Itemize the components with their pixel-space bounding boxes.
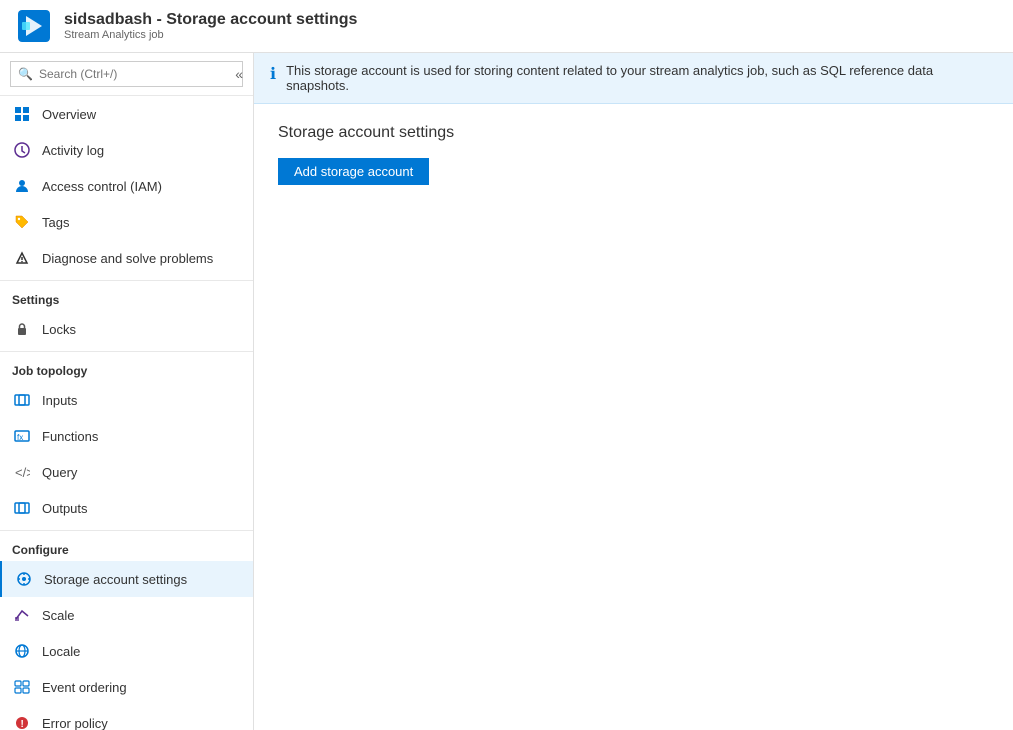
sidebar: 🔍 « Overview Activity log	[0, 53, 254, 730]
sidebar-item-inputs-label: Inputs	[42, 393, 77, 408]
sidebar-item-event-ordering-label: Event ordering	[42, 680, 127, 695]
tags-icon	[12, 212, 32, 232]
activity-icon	[12, 140, 32, 160]
content-body: Storage account settings Add storage acc…	[254, 104, 1013, 205]
sidebar-item-error-policy-label: Error policy	[42, 716, 108, 730]
sidebar-item-error-policy[interactable]: ! Error policy	[0, 705, 253, 730]
sidebar-item-outputs-label: Outputs	[42, 501, 88, 516]
overview-icon	[12, 104, 32, 124]
sidebar-item-overview-label: Overview	[42, 107, 96, 122]
sidebar-item-overview[interactable]: Overview	[0, 96, 253, 132]
header-title: sidsadbash - Storage account settings	[64, 11, 357, 29]
main-content: ℹ This storage account is used for stori…	[254, 53, 1013, 730]
sidebar-item-scale[interactable]: Scale	[0, 597, 253, 633]
configure-section-header: Configure	[0, 530, 253, 561]
sidebar-item-scale-label: Scale	[42, 608, 75, 623]
sidebar-item-diagnose-label: Diagnose and solve problems	[42, 251, 213, 266]
functions-icon: fx	[12, 426, 32, 446]
sidebar-item-access-control[interactable]: Access control (IAM)	[0, 168, 253, 204]
sidebar-item-event-ordering[interactable]: Event ordering	[0, 669, 253, 705]
header-subtitle: Stream Analytics job	[64, 29, 357, 41]
search-input[interactable]	[10, 61, 243, 87]
add-storage-account-button[interactable]: Add storage account	[278, 158, 429, 185]
sidebar-item-diagnose[interactable]: Diagnose and solve problems	[0, 240, 253, 276]
sidebar-item-functions[interactable]: fx Functions	[0, 418, 253, 454]
sidebar-item-tags[interactable]: Tags	[0, 204, 253, 240]
search-icon: 🔍	[18, 67, 33, 81]
info-icon: ℹ	[270, 64, 276, 84]
diagnose-icon	[12, 248, 32, 268]
sidebar-item-functions-label: Functions	[42, 429, 98, 444]
sidebar-item-locks[interactable]: Locks	[0, 311, 253, 347]
locks-icon	[12, 319, 32, 339]
iam-icon	[12, 176, 32, 196]
sidebar-item-activity-log-label: Activity log	[42, 143, 104, 158]
outputs-icon	[12, 498, 32, 518]
sidebar-item-locale[interactable]: Locale	[0, 633, 253, 669]
svg-text:!: !	[21, 719, 24, 730]
job-topology-section-header: Job topology	[0, 351, 253, 382]
sidebar-item-storage-label: Storage account settings	[44, 572, 187, 587]
info-banner-text: This storage account is used for storing…	[286, 63, 997, 93]
sidebar-item-activity-log[interactable]: Activity log	[0, 132, 253, 168]
app-header: sidsadbash - Storage account settings St…	[0, 0, 1013, 53]
sidebar-item-storage-account-settings[interactable]: Storage account settings	[0, 561, 253, 597]
error-policy-icon: !	[12, 713, 32, 730]
sidebar-item-locks-label: Locks	[42, 322, 76, 337]
sidebar-item-query-label: Query	[42, 465, 77, 480]
collapse-icon[interactable]: «	[235, 66, 243, 82]
storage-icon	[14, 569, 34, 589]
query-icon: </>	[12, 462, 32, 482]
locale-icon	[12, 641, 32, 661]
sidebar-item-inputs[interactable]: Inputs	[0, 382, 253, 418]
svg-text:fx: fx	[17, 433, 23, 442]
scale-icon	[12, 605, 32, 625]
info-banner: ℹ This storage account is used for stori…	[254, 53, 1013, 104]
search-container: 🔍 «	[0, 53, 253, 96]
sidebar-item-query[interactable]: </> Query	[0, 454, 253, 490]
sidebar-item-locale-label: Locale	[42, 644, 80, 659]
settings-section-header: Settings	[0, 280, 253, 311]
sidebar-nav: Overview Activity log Access control (IA…	[0, 96, 253, 730]
inputs-icon	[12, 390, 32, 410]
sidebar-item-tags-label: Tags	[42, 215, 69, 230]
event-ordering-icon	[12, 677, 32, 697]
app-icon	[16, 8, 52, 44]
sidebar-item-iam-label: Access control (IAM)	[42, 179, 162, 194]
header-text-group: sidsadbash - Storage account settings St…	[64, 11, 357, 41]
page-title: Storage account settings	[278, 124, 989, 142]
svg-text:</>: </>	[15, 465, 30, 480]
sidebar-item-outputs[interactable]: Outputs	[0, 490, 253, 526]
main-layout: 🔍 « Overview Activity log	[0, 53, 1013, 730]
